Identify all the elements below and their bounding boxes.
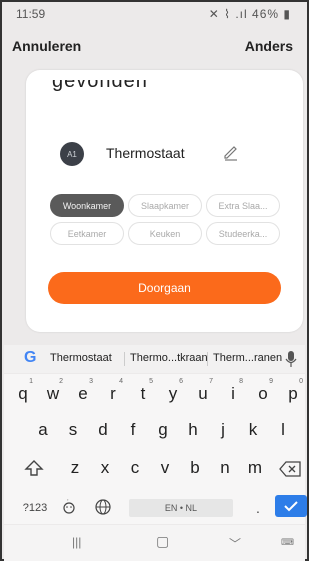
device-name: Thermostaat [106,145,185,161]
key-r[interactable]: r4 [103,378,123,404]
key-label: r [110,384,116,403]
device-row: A1 Thermostaat [60,142,280,166]
key-b[interactable]: b [185,458,205,478]
key-label: i [231,384,235,403]
recent-apps-icon[interactable]: ||| [72,535,81,549]
key-hint: 8 [239,378,243,385]
battery-level: 46% [252,7,280,21]
key-c[interactable]: c [125,458,145,478]
key-s[interactable]: s [63,420,83,440]
status-indicators: ✕ ⌇ .ıl 46% ▮ [209,7,291,21]
keyboard: q1 w2 e3 r4 t5 y6 u7 i8 o9 p0 a s d f g … [4,374,307,524]
chevron-down-icon[interactable]: ﹀ [229,535,241,552]
signal-icon: ✕ ⌇ .ıl [208,7,248,21]
room-chip-eetkamer[interactable]: Eetkamer [50,222,124,245]
home-icon[interactable]: ▢ [156,533,169,550]
battery-icon: ▮ [283,7,291,21]
room-chip-woonkamer[interactable]: Woonkamer [50,194,124,217]
device-avatar: A1 [60,142,84,166]
backspace-icon[interactable] [278,460,302,478]
google-icon[interactable]: G [24,349,36,367]
pencil-icon[interactable] [222,144,240,162]
key-hint: 3 [89,378,93,385]
suggestion-divider [207,352,208,366]
symbols-key[interactable]: ?123 [20,502,50,514]
suggestion-bar: G Thermostaat Thermo...tkraan Therm...ra… [4,345,305,373]
key-q[interactable]: q1 [13,378,33,404]
key-label: e [78,384,88,403]
room-chip-keuken[interactable]: Keuken [128,222,202,245]
key-v[interactable]: v [155,458,175,478]
suggestion-divider [124,352,125,366]
key-t[interactable]: t5 [133,378,153,404]
globe-icon[interactable] [94,498,112,516]
checkmark-icon [284,501,298,512]
key-j[interactable]: j [213,420,233,440]
space-bar[interactable]: EN • NL [129,499,233,517]
key-n[interactable]: n [215,458,235,478]
key-i[interactable]: i8 [223,378,243,404]
key-hint: 7 [209,378,213,385]
room-assignment-card: gevonden A1 Thermostaat Woonkamer Slaapk… [26,70,303,332]
key-label: w [46,384,60,403]
suggestion-1[interactable]: Thermostaat [50,352,112,364]
key-u[interactable]: u7 [193,378,213,404]
room-chip-studeerkamer[interactable]: Studeerka... [206,222,280,245]
status-bar: 11:59 ✕ ⌇ .ıl 46% ▮ [4,4,305,24]
card-heading: gevonden [52,80,148,92]
continue-button[interactable]: Doorgaan [48,272,281,304]
key-hint: 1 [29,378,33,385]
emoji-key-icon[interactable]: , [62,494,76,516]
key-h[interactable]: h [183,420,203,440]
key-label: t [140,384,146,403]
key-y[interactable]: y6 [163,378,183,404]
key-label: u [198,384,208,403]
keyboard-icon[interactable]: ⌨ [281,537,294,548]
system-navigation-bar: ||| ▢ ﹀ ⌨ [4,525,305,561]
card-heading-cut: gevonden [52,80,172,102]
key-label: p [288,384,298,403]
cancel-button[interactable]: Annuleren [12,38,81,54]
enter-key[interactable] [275,495,307,517]
room-chip-extra-slaapkamer[interactable]: Extra Slaa... [206,194,280,217]
status-time: 11:59 [16,7,46,21]
key-w[interactable]: w2 [43,378,63,404]
key-hint: 9 [269,378,273,385]
shift-icon[interactable] [24,458,44,478]
key-hint: 6 [179,378,183,385]
key-k[interactable]: k [243,420,263,440]
top-navigation: Annuleren Anders [4,32,305,62]
key-e[interactable]: e3 [73,378,93,404]
period-key[interactable]: . [252,500,264,516]
other-button[interactable]: Anders [245,38,293,54]
svg-text:,: , [67,496,69,502]
phone-screen: 11:59 ✕ ⌇ .ıl 46% ▮ Annuleren Anders gev… [0,0,309,561]
key-g[interactable]: g [153,420,173,440]
suggestion-2[interactable]: Thermo...tkraan [130,352,208,364]
key-p[interactable]: p0 [283,378,303,404]
key-hint: 4 [119,378,123,385]
microphone-icon[interactable] [285,350,297,368]
key-d[interactable]: d [93,420,113,440]
key-l[interactable]: l [273,420,293,440]
key-label: o [258,384,268,403]
key-hint: 0 [299,378,303,385]
room-chip-slaapkamer[interactable]: Slaapkamer [128,194,202,217]
key-z[interactable]: z [65,458,85,478]
key-a[interactable]: a [33,420,53,440]
key-hint: 5 [149,378,153,385]
key-x[interactable]: x [95,458,115,478]
suggestion-3[interactable]: Therm...ranen [213,352,282,364]
key-f[interactable]: f [123,420,143,440]
key-o[interactable]: o9 [253,378,273,404]
key-m[interactable]: m [245,458,265,478]
key-label: y [168,384,178,403]
key-hint: 2 [59,378,63,385]
key-label: q [18,384,28,403]
